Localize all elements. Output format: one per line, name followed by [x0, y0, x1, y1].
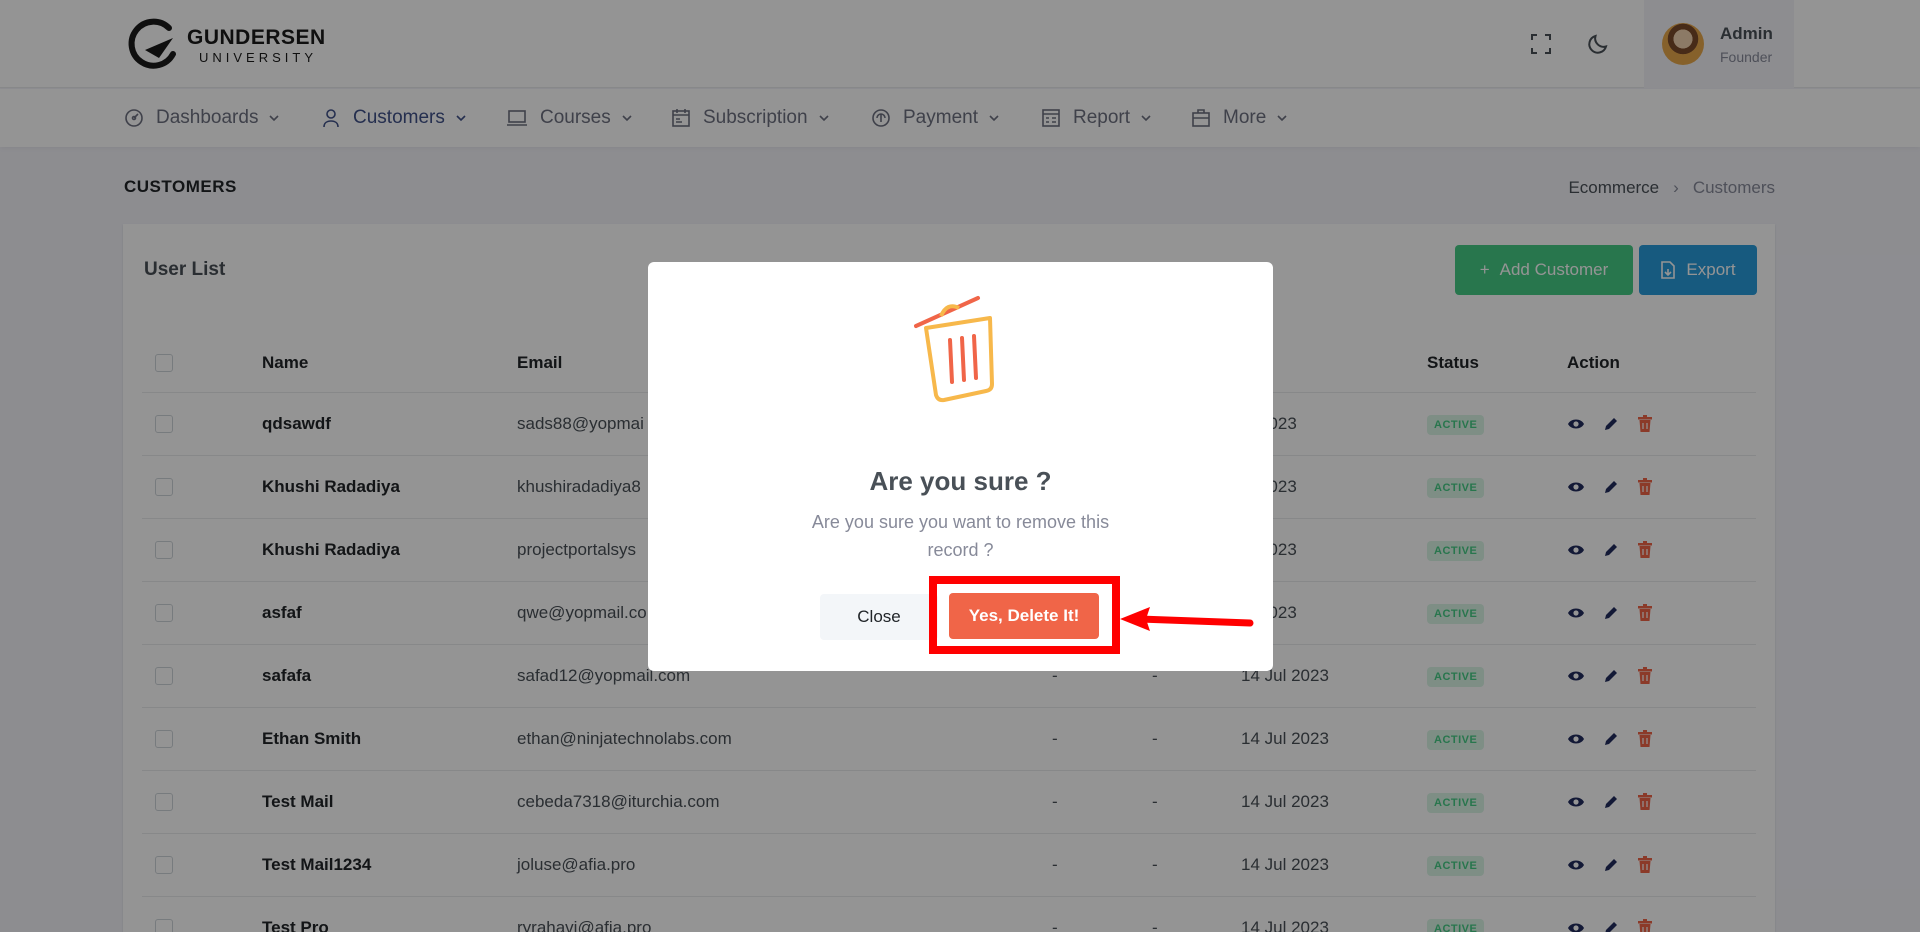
- close-button[interactable]: Close: [820, 594, 938, 640]
- annotation-arrow-icon: [1120, 607, 1254, 631]
- modal-title: Are you sure ?: [869, 466, 1052, 496]
- modal-message: Are you sure you want to remove this rec…: [811, 512, 1110, 560]
- trash-icon: [914, 296, 994, 403]
- confirm-delete-button[interactable]: Yes, Delete It!: [949, 593, 1099, 639]
